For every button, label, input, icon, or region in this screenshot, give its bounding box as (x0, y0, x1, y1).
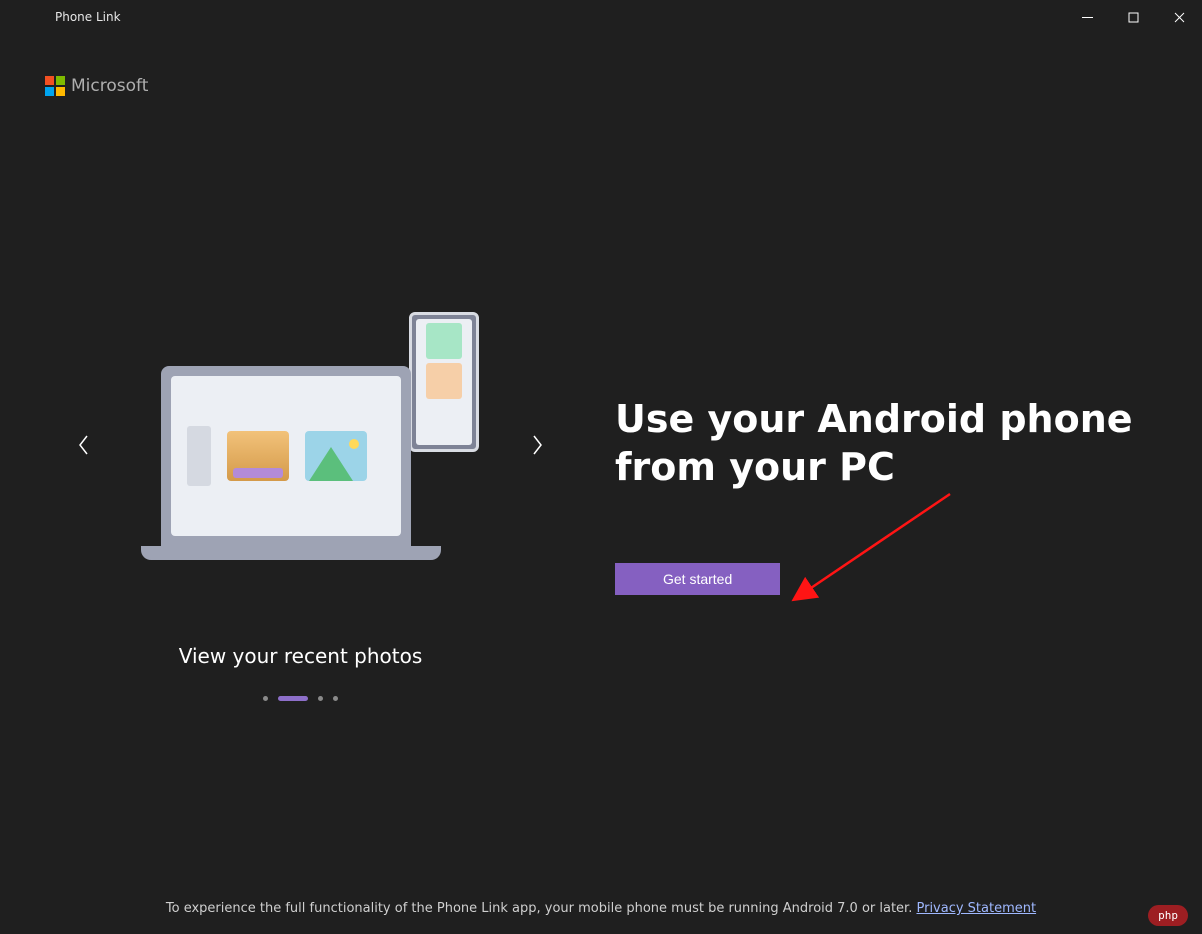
carousel-next-button[interactable] (521, 429, 553, 461)
carousel-dot-3[interactable] (333, 696, 338, 701)
carousel-illustration (141, 330, 461, 560)
minimize-button[interactable] (1064, 0, 1110, 34)
main-pane: Use your Android phone from your PC Get … (601, 96, 1202, 934)
phone-thumb-icon (426, 363, 462, 399)
microsoft-logo-text: Microsoft (71, 76, 148, 96)
close-button[interactable] (1156, 0, 1202, 34)
window-controls (1064, 0, 1202, 34)
watermark-badge: php (1148, 905, 1188, 926)
content-area: View your recent photos Use your Android… (0, 96, 1202, 934)
maximize-button[interactable] (1110, 0, 1156, 34)
carousel-prev-button[interactable] (68, 429, 100, 461)
titlebar: Phone Link (0, 0, 1202, 34)
carousel-dot-0[interactable] (263, 696, 268, 701)
carousel-caption: View your recent photos (179, 644, 423, 668)
laptop-graphic (141, 366, 431, 560)
carousel (0, 330, 601, 560)
laptop-sidebar-icon (187, 426, 211, 486)
carousel-dot-2[interactable] (318, 696, 323, 701)
photo-thumb-icon (227, 431, 289, 481)
phone-link-window: Phone Link Microsoft (0, 0, 1202, 934)
carousel-dot-1[interactable] (278, 696, 308, 701)
carousel-indicators (263, 696, 338, 701)
get-started-button[interactable]: Get started (615, 563, 780, 595)
footer-text: To experience the full functionality of … (166, 901, 917, 916)
footer: To experience the full functionality of … (0, 901, 1202, 916)
microsoft-logo: Microsoft (0, 34, 1202, 96)
page-headline: Use your Android phone from your PC (615, 396, 1148, 491)
photo-thumb-icon (305, 431, 367, 481)
privacy-link[interactable]: Privacy Statement (916, 901, 1036, 916)
carousel-pane: View your recent photos (0, 96, 601, 934)
app-title: Phone Link (55, 10, 121, 24)
titlebar-left: Phone Link (55, 10, 121, 24)
phone-thumb-icon (426, 323, 462, 359)
microsoft-logo-icon (45, 76, 65, 96)
